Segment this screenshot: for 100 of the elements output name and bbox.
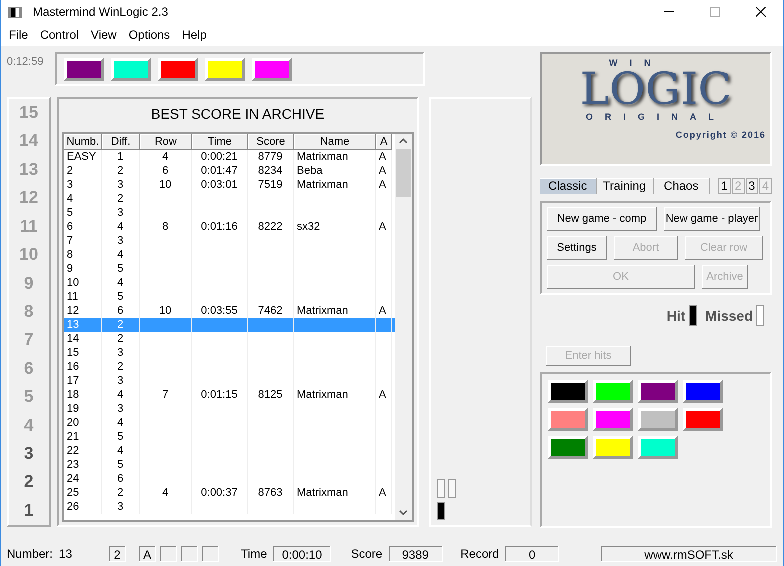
column-header[interactable]: Name — [294, 134, 376, 150]
table-row[interactable]: EASY 1 4 0:00:21 8779 Matrixman A — [64, 150, 395, 164]
table-cell: 0:00:21 — [201, 151, 238, 163]
table-cell: 14 — [67, 333, 80, 345]
table-cell: A — [379, 179, 386, 191]
table-cell: 2 — [67, 165, 74, 177]
mode-tab[interactable]: Training — [596, 178, 654, 194]
table-row[interactable]: 22 4 — [64, 444, 395, 458]
table-cell: 4 — [162, 151, 169, 163]
table-row[interactable]: 24 6 — [64, 472, 395, 486]
table-row[interactable]: 2 2 6 0:01:47 8234 Beba A — [64, 164, 395, 178]
table-row[interactable]: 10 4 — [64, 276, 395, 290]
table-cell: 6 — [117, 305, 124, 317]
table-cell: 11 — [67, 291, 78, 303]
table-cell: 7 — [162, 389, 169, 401]
table-cell: Beba — [297, 165, 323, 177]
table-cell: 3 — [117, 375, 124, 387]
table-cell: 4 — [117, 389, 124, 401]
table-row[interactable]: 25 2 4 0:00:37 8763 Matrixman A — [64, 486, 395, 500]
table-cell: 6 — [162, 165, 169, 177]
table-cell: 16 — [67, 361, 80, 373]
table-cell: A — [379, 389, 386, 401]
table-cell: 2 — [117, 319, 124, 331]
row-number: 12 — [20, 188, 38, 208]
table-row[interactable]: 26 3 — [64, 500, 395, 514]
logo-main-text: LOGIC — [580, 68, 732, 112]
table-row[interactable]: 19 3 — [64, 402, 395, 416]
table-cell: 2 — [117, 361, 124, 373]
table-cell: 4 — [117, 249, 124, 261]
row-number: 9 — [24, 274, 34, 294]
column-header[interactable]: Numb. — [64, 134, 102, 150]
menu-item[interactable]: View — [85, 28, 123, 42]
score-label: Score — [351, 547, 383, 561]
table-row[interactable]: 3 3 10 0:03:01 7519 Matrixman A — [64, 178, 395, 192]
table-row[interactable]: 21 5 — [64, 430, 395, 444]
table-row[interactable]: 8 4 — [64, 248, 395, 262]
menu-item[interactable]: Help — [176, 28, 213, 42]
mode-tab[interactable]: Classic — [540, 178, 597, 194]
table-cell: 8779 — [258, 151, 283, 163]
menu-item[interactable]: Options — [122, 28, 176, 42]
table-cell: Matrixman — [297, 179, 348, 191]
column-header[interactable]: Row — [140, 134, 192, 150]
table-row[interactable]: 15 3 — [64, 346, 395, 360]
table-cell: 3 — [117, 403, 124, 415]
table-cell: 5 — [117, 459, 124, 471]
row-number: 4 — [24, 416, 34, 436]
table-row[interactable]: 11 5 — [64, 290, 395, 304]
menu-item[interactable]: Control — [34, 28, 86, 42]
number-label: Number: — [7, 547, 54, 561]
column-header[interactable]: Time — [192, 134, 248, 150]
table-cell: 12 — [67, 305, 80, 317]
table-cell: 4 — [117, 445, 124, 457]
mode-tab[interactable]: Chaos — [654, 178, 710, 194]
table-row[interactable]: 16 2 — [64, 360, 395, 374]
table-cell: 25 — [67, 487, 80, 499]
row-number: 8 — [24, 302, 34, 322]
command-button[interactable]: Settings — [547, 236, 607, 260]
table-cell: 3 — [117, 207, 124, 219]
table-cell: Matrixman — [297, 487, 348, 499]
table-cell: 10 — [159, 305, 172, 317]
table-row[interactable]: 9 5 — [64, 262, 395, 276]
table-row[interactable]: 17 3 — [64, 374, 395, 388]
row-number: 15 — [20, 103, 38, 123]
table-cell: 4 — [67, 193, 74, 205]
table-cell: EASY — [67, 151, 96, 163]
table-cell: 7 — [67, 235, 74, 247]
table-cell: 4 — [117, 417, 124, 429]
table-row[interactable]: 23 5 — [64, 458, 395, 472]
table-row[interactable]: 14 2 — [64, 332, 395, 346]
command-button[interactable]: New game - comp — [547, 207, 657, 231]
table-cell: 3 — [117, 179, 124, 191]
table-row[interactable]: 4 2 — [64, 192, 395, 206]
number-value: 13 — [59, 547, 74, 561]
column-header[interactable]: A — [376, 134, 392, 150]
table-cell: 18 — [67, 389, 80, 401]
table-row[interactable]: 6 4 8 0:01:16 8222 sx32 A — [64, 220, 395, 234]
table-cell: 5 — [117, 291, 124, 303]
table-row[interactable]: 20 4 — [64, 416, 395, 430]
table-cell: 4 — [117, 221, 124, 233]
table-cell: 20 — [67, 417, 80, 429]
table-cell: 5 — [67, 207, 74, 219]
game-timer: 0:12:59 — [7, 55, 45, 68]
table-cell: 17 — [67, 375, 80, 387]
menu-item[interactable]: File — [3, 28, 34, 42]
logo-top-text: WIN — [609, 58, 663, 68]
website-text: www.rmSOFT.sk — [601, 546, 777, 562]
table-cell: 3 — [67, 179, 74, 191]
column-header[interactable]: Score — [248, 134, 294, 150]
table-cell: 7462 — [258, 305, 283, 317]
column-header[interactable]: Diff. — [102, 134, 140, 150]
table-cell: 8763 — [258, 487, 283, 499]
record-label: Record — [460, 547, 500, 561]
table-row[interactable]: 7 3 — [64, 234, 395, 248]
row-number: 1 — [24, 500, 34, 521]
command-button[interactable]: New game - player — [664, 207, 760, 231]
table-row[interactable]: 5 3 — [64, 206, 395, 220]
level-tab[interactable]: 1 — [718, 178, 731, 194]
score-value: 9389 — [388, 546, 443, 562]
level-tab[interactable]: 3 — [746, 178, 758, 194]
table-row[interactable]: 18 4 7 0:01:15 8125 Matrixman A — [64, 388, 395, 402]
